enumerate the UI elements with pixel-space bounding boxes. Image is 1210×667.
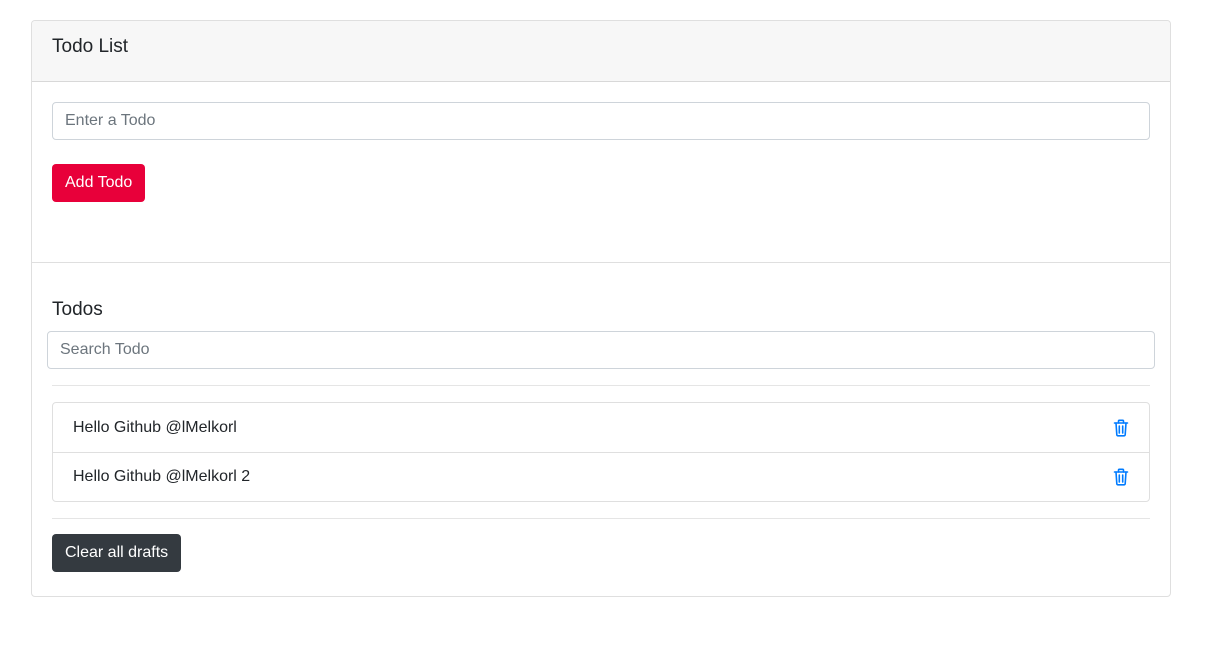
todo-input[interactable] (52, 102, 1150, 140)
page-title: Todo List (52, 35, 129, 57)
search-input[interactable] (47, 331, 1155, 369)
todo-item: Hello Github @lMelkorl 2 (53, 452, 1149, 501)
card-header: Todo List (32, 21, 1170, 82)
todos-section: Todos Hello Github @lMelkorl (32, 263, 1170, 572)
trash-icon[interactable] (1113, 468, 1129, 486)
todo-item-text: Hello Github @lMelkorl 2 (73, 468, 251, 485)
divider (52, 385, 1150, 386)
todos-title: Todos (52, 299, 103, 320)
todo-card: Todo List Add Todo Todos Hello Github @l… (31, 20, 1171, 597)
add-todo-button[interactable]: Add Todo (52, 164, 146, 202)
add-todo-section: Add Todo (32, 82, 1170, 263)
todo-list: Hello Github @lMelkorl Hello Github @lMe… (52, 402, 1150, 502)
search-wrapper (47, 331, 1155, 369)
todo-item-text: Hello Github @lMelkorl (73, 418, 237, 436)
todo-item: Hello Github @lMelkorl (53, 403, 1149, 452)
divider (52, 518, 1150, 519)
trash-icon[interactable] (1113, 419, 1129, 437)
clear-all-drafts-button[interactable]: Clear all drafts (52, 534, 182, 572)
